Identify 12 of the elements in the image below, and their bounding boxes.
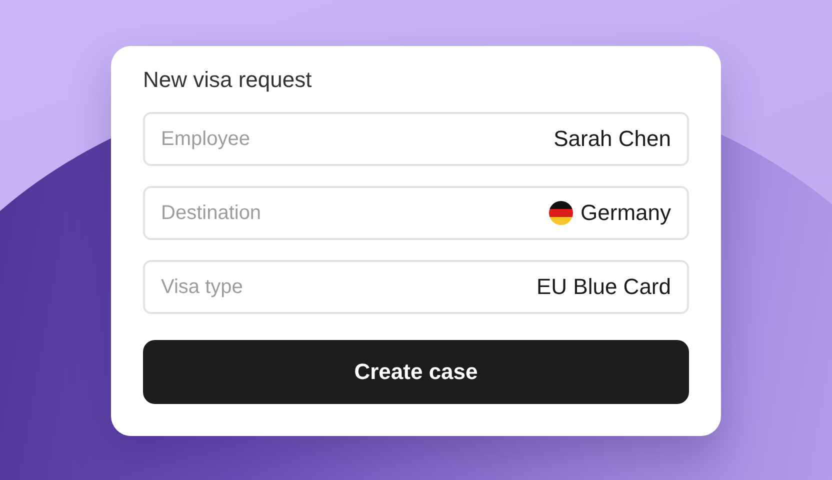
field-value: Sarah Chen	[554, 126, 671, 152]
input-field[interactable]: Destination Germany	[143, 186, 689, 240]
field-label: Visa type	[161, 276, 243, 298]
form-title: New visa request	[143, 66, 313, 94]
input-field[interactable]: Employee Sarah Chen	[143, 112, 689, 166]
field-value: EU Blue Card	[536, 274, 671, 300]
input-field[interactable]: Visa type EU Blue Card	[143, 260, 689, 314]
field-label: Destination	[161, 202, 262, 224]
create-case-button[interactable]: Create case	[143, 340, 689, 404]
field-label: Employee	[161, 128, 250, 150]
field-value: Germany	[580, 200, 671, 226]
flag-icon	[548, 201, 573, 225]
